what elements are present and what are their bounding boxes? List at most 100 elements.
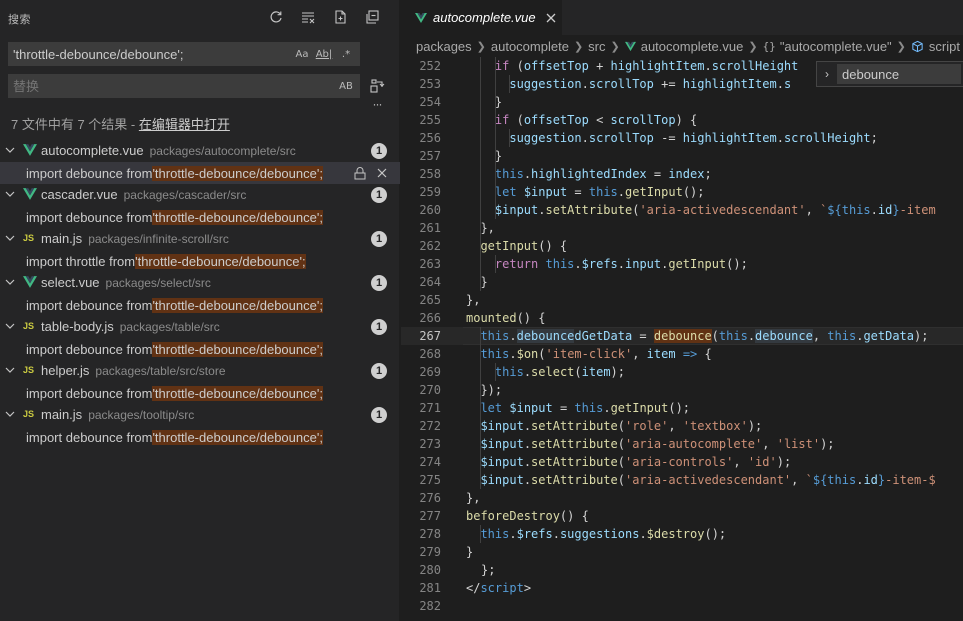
clear-results-icon[interactable]	[296, 6, 320, 28]
result-file-name: helper.js packages/table/src/store	[41, 363, 226, 378]
vue-file-icon	[23, 276, 37, 288]
code-line: 271 let $input = this.getInput();	[401, 399, 963, 417]
indent-guide	[480, 183, 481, 201]
indent-guide	[480, 363, 481, 381]
chevron-down-icon[interactable]	[3, 363, 17, 377]
code-text: },	[466, 491, 481, 505]
result-match-row[interactable]: import debounce from 'throttle-debounce/…	[0, 294, 400, 316]
result-file-row[interactable]: JS helper.js packages/table/src/store 1	[0, 360, 400, 382]
code-text: if (offsetTop < scrollTop) {	[494, 113, 698, 127]
result-match-row[interactable]: import debounce from 'throttle-debounce/…	[0, 162, 400, 184]
match-count-badge: 1	[371, 187, 387, 203]
code-text: return this.$refs.input.getInput();	[494, 257, 748, 271]
match-count-badge: 1	[371, 231, 387, 247]
breadcrumb-item-packages[interactable]: packages	[416, 39, 472, 54]
match-highlight: 'throttle-debounce/debounce';	[135, 253, 306, 269]
chevron-right-icon: ❯	[748, 40, 758, 53]
indent-guide	[480, 255, 481, 273]
line-number: 254	[419, 95, 441, 109]
breadcrumb-item-file[interactable]: autocomplete.vue	[641, 39, 744, 54]
code-line: 255 if (offsetTop < scrollTop) {	[401, 111, 963, 129]
code-line: 264 }	[401, 273, 963, 291]
line-number: 253	[419, 77, 441, 91]
code-line: 280};	[401, 561, 963, 579]
result-match-row[interactable]: import debounce from 'throttle-debounce/…	[0, 382, 400, 404]
whole-word-toggle[interactable]: Ab|	[314, 45, 334, 63]
tab-autocomplete-vue[interactable]: autocomplete.vue	[401, 0, 562, 35]
chevron-right-icon[interactable]: ›	[817, 67, 837, 81]
chevron-down-icon[interactable]	[3, 275, 17, 289]
dismiss-icon[interactable]	[374, 165, 390, 181]
indent-guide	[480, 57, 481, 75]
sidebar-actions	[264, 6, 384, 28]
code-line: 263 return this.$refs.input.getInput();	[401, 255, 963, 273]
result-file-row[interactable]: cascader.vue packages/cascader/src 1	[0, 184, 400, 206]
line-number: 257	[419, 149, 441, 163]
chevron-down-icon[interactable]	[3, 319, 17, 333]
line-number: 264	[419, 275, 441, 289]
result-match-row[interactable]: import throttle from 'throttle-debounce/…	[0, 250, 400, 272]
result-match-row[interactable]: import debounce from 'throttle-debounce/…	[0, 426, 400, 448]
code-view[interactable]: 252 if (offsetTop + highlightItem.scroll…	[401, 57, 963, 621]
chevron-down-icon[interactable]	[3, 231, 17, 245]
indent-guide	[480, 93, 481, 111]
result-match-row[interactable]: import debounce from 'throttle-debounce/…	[0, 338, 400, 360]
regex-toggle[interactable]: .*	[336, 45, 356, 63]
replace-all-icon[interactable]	[366, 76, 388, 96]
code-line: 268 this.$on('item-click', item => {	[401, 345, 963, 363]
breadcrumb-item-autocomplete[interactable]: autocomplete	[491, 39, 569, 54]
result-file-name: table-body.js packages/table/src	[41, 319, 220, 334]
code-text: let $input = this.getInput();	[480, 401, 691, 415]
breadcrumb-item-script[interactable]: script	[929, 39, 960, 54]
code-line: 274 $input.setAttribute('aria-controls',…	[401, 453, 963, 471]
breadcrumb-item-src[interactable]: src	[588, 39, 605, 54]
match-count-badge: 1	[371, 143, 387, 159]
match-highlight: 'throttle-debounce/debounce';	[152, 385, 323, 401]
indent-guide	[480, 219, 481, 237]
line-number: 282	[419, 599, 441, 613]
match-prefix: import throttle from	[26, 253, 136, 269]
chevron-down-icon[interactable]	[3, 143, 17, 157]
indent-guide	[480, 327, 481, 345]
result-match-row[interactable]: import debounce from 'throttle-debounce/…	[0, 206, 400, 228]
collapse-all-icon[interactable]	[360, 6, 384, 28]
line-number: 270	[419, 383, 441, 397]
code-line: 258 this.highlightedIndex = index;	[401, 165, 963, 183]
chevron-right-icon: ❯	[610, 40, 620, 53]
close-icon[interactable]	[543, 10, 559, 26]
refresh-icon[interactable]	[264, 6, 288, 28]
code-line: 269 this.select(item);	[401, 363, 963, 381]
result-file-name: select.vue packages/select/src	[41, 275, 211, 290]
result-file-name: autocomplete.vue packages/autocomplete/sr…	[41, 143, 296, 158]
chevron-down-icon[interactable]	[3, 407, 17, 421]
code-text: getInput() {	[480, 239, 568, 253]
indent-guide	[480, 525, 481, 543]
result-file-row[interactable]: JS main.js packages/infinite-scroll/src 1	[0, 228, 400, 250]
search-input[interactable]	[9, 43, 292, 65]
preserve-case-toggle[interactable]: AB	[336, 77, 356, 95]
search-sidebar: 搜索 Aa Ab| .* AB	[0, 0, 400, 621]
result-file-row[interactable]: select.vue packages/select/src 1	[0, 272, 400, 294]
code-line: 265},	[401, 291, 963, 309]
match-prefix: import debounce from	[26, 165, 153, 181]
find-input[interactable]: debounce	[837, 64, 961, 84]
file-name: helper.js	[41, 363, 90, 378]
code-line-active: 267 this.debouncedGetData = debounce(thi…	[401, 327, 963, 345]
code-line: 272 $input.setAttribute('role', 'textbox…	[401, 417, 963, 435]
code-line: 277 beforeDestroy() {	[401, 507, 963, 525]
match-prefix: import debounce from	[26, 385, 153, 401]
result-file-row[interactable]: autocomplete.vue packages/autocomplete/sr…	[0, 140, 400, 162]
replace-input[interactable]	[9, 75, 336, 97]
new-search-editor-icon[interactable]	[328, 6, 352, 28]
result-file-row[interactable]: JS main.js packages/tooltip/src 1	[0, 404, 400, 426]
more-options-icon[interactable]: ···	[366, 97, 388, 111]
match-case-toggle[interactable]: Aa	[292, 45, 312, 63]
editor-area: autocomplete.vue packages ❯ autocomplete…	[401, 0, 963, 621]
chevron-down-icon[interactable]	[3, 187, 17, 201]
result-file-row[interactable]: JS table-body.js packages/table/src 1	[0, 316, 400, 338]
indent-guide	[480, 273, 481, 291]
replace-icon[interactable]	[352, 165, 368, 181]
breadcrumb-item-module[interactable]: "autocomplete.vue"	[780, 39, 892, 54]
indent-guide	[509, 129, 510, 147]
open-in-editor-link[interactable]: 在编辑器中打开	[139, 117, 230, 132]
